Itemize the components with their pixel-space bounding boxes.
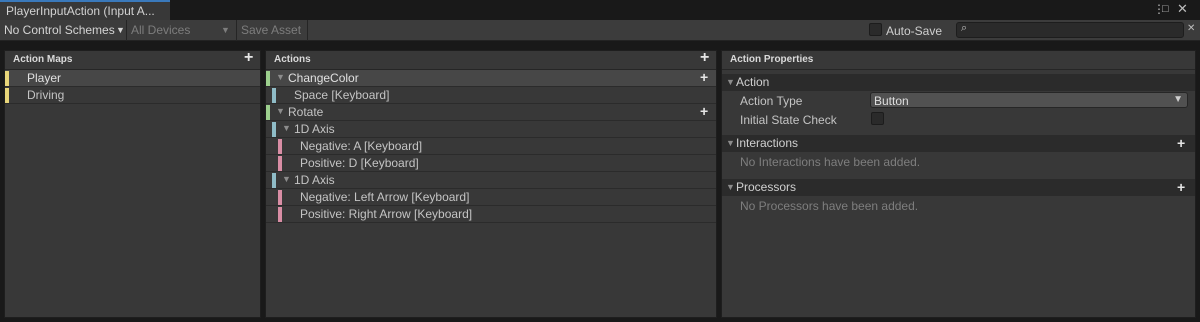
action-type-row: Action Type Button ▼ <box>722 91 1195 110</box>
save-asset-button[interactable]: Save Asset <box>241 22 301 39</box>
part-binding-label: Negative: Left Arrow [Keyboard] <box>300 190 470 204</box>
add-interaction-icon[interactable]: + <box>1177 135 1185 151</box>
window-tab[interactable]: PlayerInputAction (Input A... <box>0 0 170 20</box>
action-type-label: Action Type <box>740 94 803 108</box>
add-action-map-icon[interactable]: + <box>244 50 253 66</box>
expand-triangle-icon[interactable]: ▼ <box>276 72 285 82</box>
interactions-section-title: Interactions <box>736 136 799 150</box>
action-map-label: Player <box>27 71 62 85</box>
composite-color-bar <box>272 173 276 188</box>
action-section-title: Action <box>736 75 770 89</box>
expand-triangle-icon[interactable]: ▼ <box>726 77 735 87</box>
action-section-header[interactable]: ▼ Action <box>722 74 1195 91</box>
chevron-down-icon: ▼ <box>116 25 125 35</box>
composite-label: 1D Axis <box>294 173 335 187</box>
action-map-item[interactable]: Player <box>5 70 260 87</box>
chevron-down-icon: ▼ <box>221 25 230 35</box>
processors-section-header[interactable]: ▼ Processors + <box>722 179 1195 196</box>
action-item[interactable]: ▼ Rotate + <box>266 103 716 121</box>
action-map-label: Driving <box>27 88 65 102</box>
actions-title: Actions <box>274 54 311 65</box>
add-binding-icon[interactable]: + <box>700 103 708 119</box>
window-tab-title: PlayerInputAction (Input A... <box>6 4 155 18</box>
toolbar: No Control Schemes ▼ All Devices ▼ Save … <box>0 20 1200 41</box>
processors-empty-text: No Processors have been added. <box>740 199 919 213</box>
part-binding-item[interactable]: Positive: D [Keyboard] <box>266 155 716 172</box>
part-color-bar <box>278 190 282 205</box>
actions-header: Actions + <box>266 50 716 70</box>
action-label: Rotate <box>288 105 324 119</box>
action-color-bar <box>266 71 270 86</box>
action-properties-panel: Action Properties ▼ Action Action Type B… <box>721 50 1196 318</box>
expand-triangle-icon[interactable]: ▼ <box>276 106 285 116</box>
add-binding-icon[interactable]: + <box>700 69 708 85</box>
action-maps-panel: Action Maps + Player Driving <box>4 50 261 318</box>
part-binding-item[interactable]: Negative: A [Keyboard] <box>266 138 716 155</box>
part-binding-label: Positive: D [Keyboard] <box>300 156 419 170</box>
initial-state-checkbox[interactable] <box>871 112 884 125</box>
interactions-empty-text: No Interactions have been added. <box>740 155 921 169</box>
actions-panel: Actions + ▼ ChangeColor + Space [Keyboar… <box>265 50 717 318</box>
part-color-bar <box>278 156 282 171</box>
toolbar-divider <box>236 20 237 41</box>
action-properties-title: Action Properties <box>730 54 814 65</box>
binding-color-bar <box>272 88 276 103</box>
binding-item[interactable]: Space [Keyboard] <box>266 87 716 104</box>
part-color-bar <box>278 139 282 154</box>
interactions-empty-row: No Interactions have been added. <box>722 152 1195 171</box>
action-map-color-bar <box>5 71 9 86</box>
save-asset-label: Save Asset <box>241 23 302 37</box>
action-map-item[interactable]: Driving <box>5 87 260 104</box>
action-type-value: Button <box>874 94 909 108</box>
binding-label: Space [Keyboard] <box>294 88 390 102</box>
part-binding-item[interactable]: Positive: Right Arrow [Keyboard] <box>266 206 716 223</box>
initial-state-row: Initial State Check <box>722 110 1195 129</box>
action-maps-title: Action Maps <box>13 54 73 65</box>
maximize-icon[interactable]: □ <box>1162 2 1169 16</box>
processors-section-title: Processors <box>736 180 797 194</box>
composite-item[interactable]: ▼ 1D Axis <box>266 172 716 189</box>
action-type-dropdown[interactable]: Button ▼ <box>870 92 1188 108</box>
composite-label: 1D Axis <box>294 122 335 136</box>
part-color-bar <box>278 207 282 222</box>
search-icon: ⌕ <box>961 22 968 34</box>
part-binding-label: Negative: A [Keyboard] <box>300 139 423 153</box>
part-binding-item[interactable]: Negative: Left Arrow [Keyboard] <box>266 189 716 206</box>
expand-triangle-icon[interactable]: ▼ <box>726 182 735 192</box>
action-item[interactable]: ▼ ChangeColor + <box>266 69 716 87</box>
action-color-bar <box>266 105 270 120</box>
toolbar-divider <box>307 20 308 41</box>
toolbar-divider <box>126 20 127 41</box>
search-input[interactable]: ⌕ <box>956 22 1184 38</box>
control-schemes-dropdown[interactable]: No Control Schemes ▼ <box>4 22 126 39</box>
expand-triangle-icon[interactable]: ▼ <box>726 138 735 148</box>
close-icon[interactable]: ✕ <box>1177 2 1188 16</box>
action-label: ChangeColor <box>288 71 359 85</box>
composite-item[interactable]: ▼ 1D Axis <box>266 121 716 138</box>
composite-color-bar <box>272 122 276 137</box>
tab-bar: PlayerInputAction (Input A... ⋮ □ ✕ <box>0 0 1200 20</box>
auto-save-checkbox[interactable] <box>869 23 882 36</box>
chevron-down-icon: ▼ <box>1173 94 1183 105</box>
action-maps-header: Action Maps + <box>5 50 260 70</box>
part-binding-label: Positive: Right Arrow [Keyboard] <box>300 207 473 221</box>
control-schemes-label: No Control Schemes <box>4 23 115 37</box>
auto-save-label: Auto-Save <box>886 24 943 38</box>
action-map-color-bar <box>5 88 9 103</box>
processors-empty-row: No Processors have been added. <box>722 196 1195 215</box>
devices-label: All Devices <box>131 23 191 37</box>
action-properties-header: Action Properties <box>722 51 1195 70</box>
search-clear-icon[interactable]: ✕ <box>1187 23 1195 34</box>
add-action-icon[interactable]: + <box>700 50 709 66</box>
add-processor-icon[interactable]: + <box>1177 179 1185 195</box>
devices-dropdown[interactable]: All Devices ▼ <box>131 22 233 39</box>
initial-state-label: Initial State Check <box>740 113 837 127</box>
expand-triangle-icon[interactable]: ▼ <box>282 123 291 133</box>
interactions-section-header[interactable]: ▼ Interactions + <box>722 135 1195 152</box>
expand-triangle-icon[interactable]: ▼ <box>282 174 291 184</box>
